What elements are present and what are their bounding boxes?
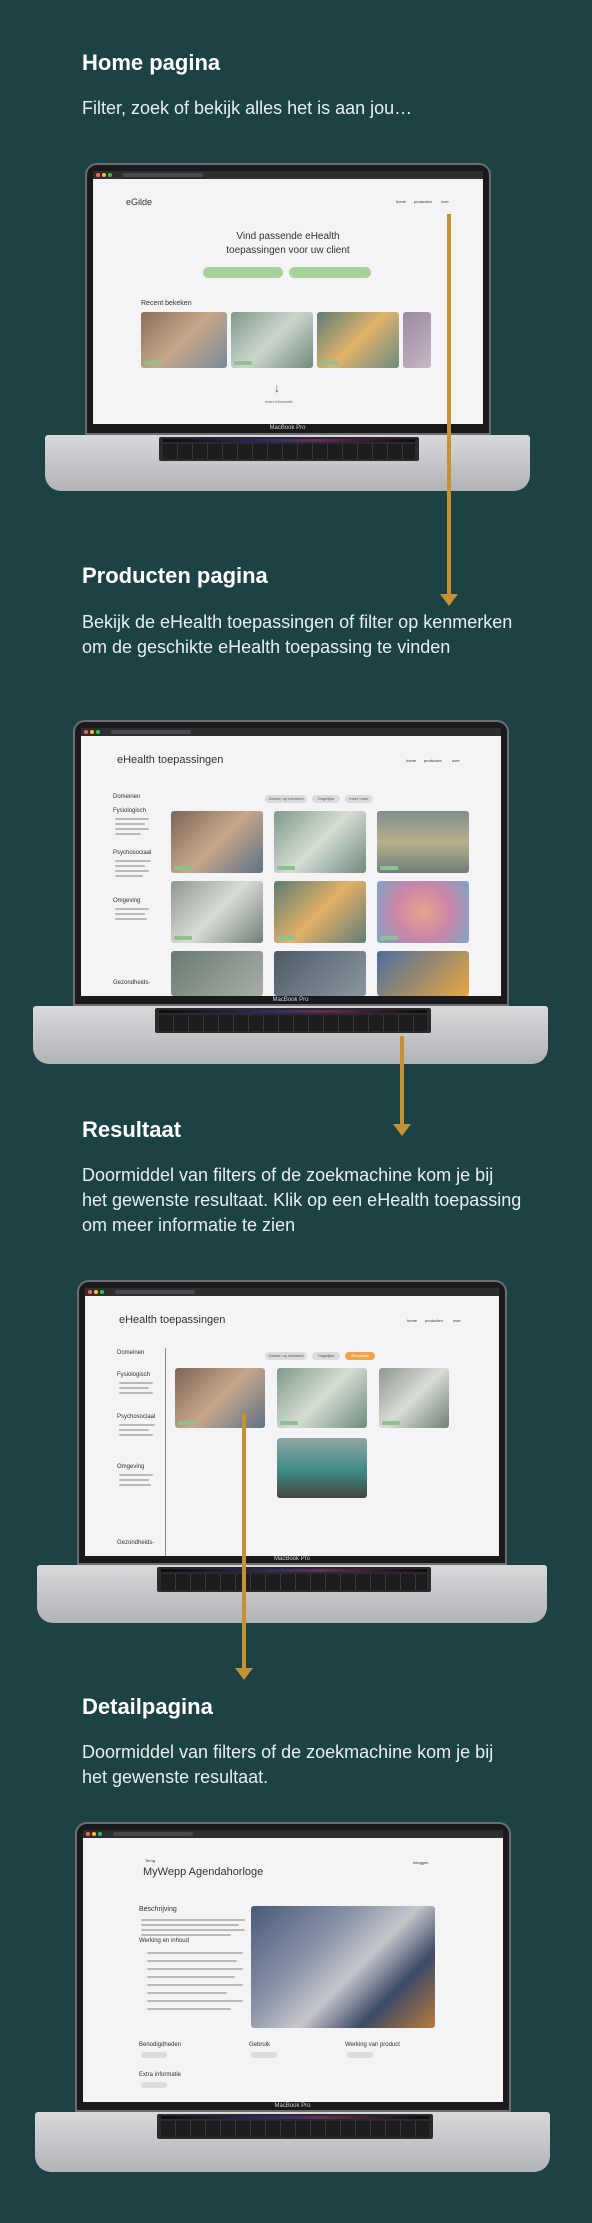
result-card-4[interactable] xyxy=(277,1438,367,1498)
recent-label: Recent bekeken xyxy=(141,300,192,307)
product-card-5[interactable] xyxy=(274,881,366,943)
section-title-producten: Producten pagina xyxy=(82,563,268,588)
recent-card-1[interactable] xyxy=(141,312,227,368)
more-info-link[interactable]: meer informatie xyxy=(265,399,293,404)
werking-product-heading: Werking van product xyxy=(345,2042,400,2048)
down-arrow-icon[interactable]: ↓ xyxy=(274,381,280,395)
result-screen: eHealth toepassingen home producten over… xyxy=(85,1288,499,1556)
products-nav-over[interactable]: over xyxy=(452,758,460,763)
benodigdheden-pill[interactable] xyxy=(141,2052,167,2058)
hero-button-left[interactable] xyxy=(203,267,283,278)
gebruik-heading: Gebruik xyxy=(249,2042,271,2048)
sidebar-group-psychosociaal[interactable]: Psychosociaal xyxy=(113,850,151,856)
recent-card-4[interactable] xyxy=(403,312,431,368)
sidebar-group-gezondheid[interactable]: Gezondheids- xyxy=(113,980,150,986)
sidebar-divider xyxy=(165,1348,166,1556)
filter-pill-1[interactable]: Zoeken op kenmerk xyxy=(265,795,307,803)
result-filter-pill-2[interactable]: Dagelijks xyxy=(312,1352,340,1360)
flow-arrow-1 xyxy=(447,214,451,594)
sidebar-heading: Domeinen xyxy=(113,794,141,800)
filter-pill-2[interactable]: Dagelijks xyxy=(312,795,340,803)
result-nav-over[interactable]: over xyxy=(453,1318,461,1323)
laptop-home: eGilde home producten over Vind passende… xyxy=(45,163,530,495)
product-card-1[interactable] xyxy=(171,811,263,873)
product-card-3[interactable] xyxy=(377,811,469,873)
result-sidebar-heading: Domeinen xyxy=(117,1350,145,1356)
result-filter-pill-active[interactable]: Resultaat xyxy=(345,1352,375,1360)
result-sidebar-psychosociaal[interactable]: Psychosociaal xyxy=(117,1414,155,1420)
result-nav-home[interactable]: home xyxy=(407,1318,417,1323)
flow-arrow-2-head xyxy=(393,1124,411,1136)
detail-screen: Terug MyWepp Agendahorloge Inloggen Besc… xyxy=(83,1830,503,2102)
result-card-1[interactable] xyxy=(175,1368,265,1428)
products-nav-home[interactable]: home xyxy=(406,758,416,763)
product-card-2[interactable] xyxy=(274,811,366,873)
products-screen: eHealth toepassingen home producten over… xyxy=(81,728,501,996)
result-title: eHealth toepassingen xyxy=(119,1314,226,1326)
sidebar-group-omgeving[interactable]: Omgeving xyxy=(113,898,140,904)
laptop-brand: MacBook Pro xyxy=(269,425,306,431)
products-title: eHealth toepassingen xyxy=(117,754,224,766)
flow-arrow-1-head xyxy=(440,594,458,606)
home-screen: eGilde home producten over Vind passende… xyxy=(93,171,483,424)
gebruik-pill[interactable] xyxy=(251,2052,277,2058)
section-desc-home: Filter, zoek of bekijk alles het is aan … xyxy=(82,98,413,118)
section-title-home: Home pagina xyxy=(82,50,221,75)
laptop-brand: MacBook Pro xyxy=(272,997,309,1003)
laptop-detail: Terug MyWepp Agendahorloge Inloggen Besc… xyxy=(35,1822,550,2177)
result-nav-producten[interactable]: producten xyxy=(425,1318,443,1323)
section-title-detail: Detailpagina xyxy=(82,1694,213,1719)
laptop-brand: MacBook Pro xyxy=(273,1556,310,1562)
recent-card-2[interactable] xyxy=(231,312,313,368)
nav-over[interactable]: over xyxy=(441,199,449,204)
benodigdheden-heading: Benodigdheden xyxy=(139,2042,182,2048)
product-card-6[interactable] xyxy=(377,881,469,943)
werking-heading: Werking en inhoud xyxy=(139,1938,189,1944)
recent-card-3[interactable] xyxy=(317,312,399,368)
product-card-9[interactable] xyxy=(377,951,469,996)
product-card-7[interactable] xyxy=(171,951,263,996)
extra-info-heading: Extra informatie xyxy=(139,2072,182,2078)
products-nav-producten[interactable]: producten xyxy=(424,758,442,763)
extra-info-pill[interactable] xyxy=(141,2082,167,2088)
back-link[interactable]: Terug xyxy=(145,1858,155,1863)
flow-arrow-3-head xyxy=(235,1668,253,1680)
result-card-3[interactable] xyxy=(379,1368,449,1428)
nav-home[interactable]: home xyxy=(396,199,406,204)
nav-producten[interactable]: producten xyxy=(414,199,432,204)
section-desc-resultaat: Doormiddel van filters of de zoekmachine… xyxy=(82,1165,522,1235)
home-logo[interactable]: eGilde xyxy=(126,197,152,207)
laptop-resultaat: eHealth toepassingen home producten over… xyxy=(37,1280,547,1630)
sidebar-group-fysiologisch[interactable]: Fysiologisch xyxy=(113,808,146,814)
section-title-resultaat: Resultaat xyxy=(82,1117,182,1142)
section-desc-producten: Bekijk de eHealth toepassingen of filter… xyxy=(82,612,513,657)
detail-title: MyWepp Agendahorloge xyxy=(143,1866,264,1878)
flow-arrow-2 xyxy=(400,1036,404,1124)
detail-product-image xyxy=(251,1906,435,2028)
product-card-4[interactable] xyxy=(171,881,263,943)
hero-title-line1: Vind passende eHealth xyxy=(236,231,340,242)
section-desc-detail: Doormiddel van filters of de zoekmachine… xyxy=(82,1742,494,1787)
hero-button-right[interactable] xyxy=(289,267,371,278)
laptop-brand: MacBook Pro xyxy=(274,2103,311,2109)
product-card-8[interactable] xyxy=(274,951,366,996)
werking-product-pill[interactable] xyxy=(347,2052,373,2058)
result-sidebar-fysiologisch[interactable]: Fysiologisch xyxy=(117,1372,150,1378)
laptop-producten: eHealth toepassingen home producten over… xyxy=(33,720,548,1070)
result-filter-pill-1[interactable]: Zoeken op kenmerk xyxy=(265,1352,307,1360)
hero-title-line2: toepassingen voor uw client xyxy=(226,245,350,256)
beschrijving-heading: Beschrijving xyxy=(139,1906,177,1913)
flow-arrow-3 xyxy=(242,1413,246,1668)
filter-pill-3[interactable]: meer meer xyxy=(345,795,373,803)
result-sidebar-gezondheid[interactable]: Gezondheids- xyxy=(117,1540,154,1546)
result-card-2[interactable] xyxy=(277,1368,367,1428)
login-link[interactable]: Inloggen xyxy=(413,1860,428,1865)
result-sidebar-omgeving[interactable]: Omgeving xyxy=(117,1464,144,1470)
